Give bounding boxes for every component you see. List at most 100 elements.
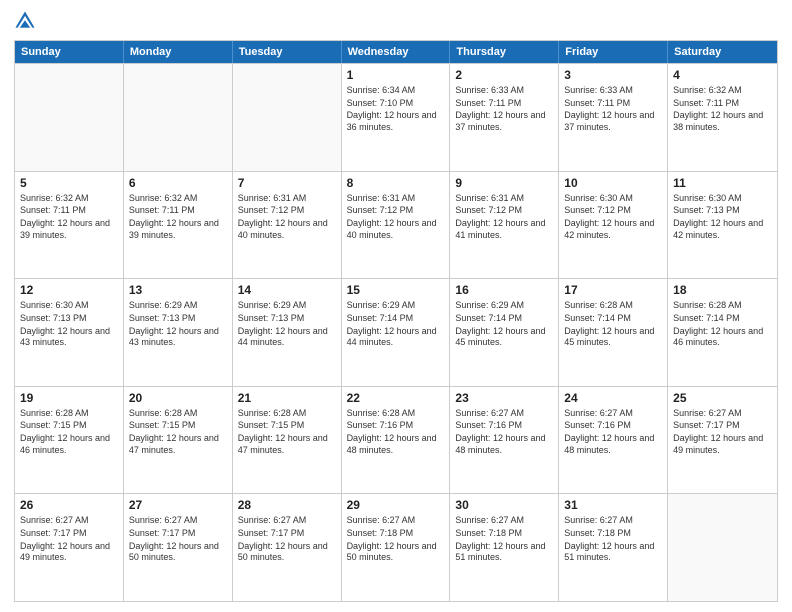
week-row-2: 5Sunrise: 6:32 AMSunset: 7:11 PMDaylight… xyxy=(15,171,777,279)
day-cell-10: 10Sunrise: 6:30 AMSunset: 7:12 PMDayligh… xyxy=(559,172,668,279)
daylight-text: Daylight: 12 hours and 40 minutes. xyxy=(238,218,336,241)
sunset-text: Sunset: 7:15 PM xyxy=(238,420,336,432)
day-cell-25: 25Sunrise: 6:27 AMSunset: 7:17 PMDayligh… xyxy=(668,387,777,494)
daylight-text: Daylight: 12 hours and 45 minutes. xyxy=(564,326,662,349)
page-header xyxy=(14,10,778,32)
sunrise-text: Sunrise: 6:28 AM xyxy=(238,408,336,420)
day-number: 19 xyxy=(20,391,118,405)
sunset-text: Sunset: 7:11 PM xyxy=(564,98,662,110)
sunset-text: Sunset: 7:12 PM xyxy=(347,205,445,217)
daylight-text: Daylight: 12 hours and 37 minutes. xyxy=(455,110,553,133)
empty-cell xyxy=(124,64,233,171)
sunrise-text: Sunrise: 6:30 AM xyxy=(20,300,118,312)
daylight-text: Daylight: 12 hours and 39 minutes. xyxy=(20,218,118,241)
day-number: 25 xyxy=(673,391,772,405)
sunset-text: Sunset: 7:11 PM xyxy=(20,205,118,217)
day-number: 21 xyxy=(238,391,336,405)
header-day-wednesday: Wednesday xyxy=(342,41,451,63)
daylight-text: Daylight: 12 hours and 43 minutes. xyxy=(129,326,227,349)
day-cell-16: 16Sunrise: 6:29 AMSunset: 7:14 PMDayligh… xyxy=(450,279,559,386)
sunrise-text: Sunrise: 6:28 AM xyxy=(564,300,662,312)
day-cell-4: 4 Sunrise: 6:32 AMSunset: 7:11 PMDaylight… xyxy=(668,64,777,171)
day-number: 16 xyxy=(455,283,553,297)
day-cell-7: 7 Sunrise: 6:31 AMSunset: 7:12 PMDaylight… xyxy=(233,172,342,279)
daylight-text: Daylight: 12 hours and 40 minutes. xyxy=(347,218,445,241)
day-number: 22 xyxy=(347,391,445,405)
daylight-text: Daylight: 12 hours and 39 minutes. xyxy=(129,218,227,241)
day-cell-9: 9Sunrise: 6:31 AMSunset: 7:12 PMDaylight… xyxy=(450,172,559,279)
sunset-text: Sunset: 7:12 PM xyxy=(238,205,336,217)
day-number: 7 xyxy=(238,176,336,190)
daylight-text: Daylight: 12 hours and 51 minutes. xyxy=(564,541,662,564)
day-cell-12: 12Sunrise: 6:30 AMSunset: 7:13 PMDayligh… xyxy=(15,279,124,386)
sunrise-text: Sunrise: 6:31 AM xyxy=(238,193,336,205)
header-day-sunday: Sunday xyxy=(15,41,124,63)
day-cell-5: 5Sunrise: 6:32 AMSunset: 7:11 PMDaylight… xyxy=(15,172,124,279)
day-cell-6: 6Sunrise: 6:32 AMSunset: 7:11 PMDaylight… xyxy=(124,172,233,279)
day-cell-22: 22Sunrise: 6:28 AMSunset: 7:16 PMDayligh… xyxy=(342,387,451,494)
day-number: 18 xyxy=(673,283,772,297)
sunset-text: Sunset: 7:12 PM xyxy=(455,205,553,217)
sunset-text: Sunset: 7:18 PM xyxy=(455,528,553,540)
sunrise-text: Sunrise: 6:27 AM xyxy=(347,515,445,527)
header-day-saturday: Saturday xyxy=(668,41,777,63)
day-number: 26 xyxy=(20,498,118,512)
sunset-text: Sunset: 7:12 PM xyxy=(564,205,662,217)
day-number: 13 xyxy=(129,283,227,297)
daylight-text: Daylight: 12 hours and 41 minutes. xyxy=(455,218,553,241)
week-row-3: 12Sunrise: 6:30 AMSunset: 7:13 PMDayligh… xyxy=(15,278,777,386)
daylight-text: Daylight: 12 hours and 51 minutes. xyxy=(455,541,553,564)
sunrise-text: Sunrise: 6:30 AM xyxy=(564,193,662,205)
daylight-text: Daylight: 12 hours and 47 minutes. xyxy=(238,433,336,456)
sunrise-text: Sunrise: 6:32 AM xyxy=(673,85,772,97)
day-number: 20 xyxy=(129,391,227,405)
daylight-text: Daylight: 12 hours and 49 minutes. xyxy=(20,541,118,564)
day-cell-14: 14Sunrise: 6:29 AMSunset: 7:13 PMDayligh… xyxy=(233,279,342,386)
sunset-text: Sunset: 7:16 PM xyxy=(347,420,445,432)
empty-cell xyxy=(668,494,777,601)
day-cell-18: 18Sunrise: 6:28 AMSunset: 7:14 PMDayligh… xyxy=(668,279,777,386)
sunset-text: Sunset: 7:11 PM xyxy=(455,98,553,110)
sunrise-text: Sunrise: 6:27 AM xyxy=(564,408,662,420)
sunrise-text: Sunrise: 6:28 AM xyxy=(347,408,445,420)
sunset-text: Sunset: 7:14 PM xyxy=(455,313,553,325)
daylight-text: Daylight: 12 hours and 46 minutes. xyxy=(673,326,772,349)
day-number: 28 xyxy=(238,498,336,512)
day-cell-31: 31Sunrise: 6:27 AMSunset: 7:18 PMDayligh… xyxy=(559,494,668,601)
day-cell-24: 24Sunrise: 6:27 AMSunset: 7:16 PMDayligh… xyxy=(559,387,668,494)
sunrise-text: Sunrise: 6:29 AM xyxy=(129,300,227,312)
day-number: 2 xyxy=(455,68,553,82)
day-number: 17 xyxy=(564,283,662,297)
daylight-text: Daylight: 12 hours and 50 minutes. xyxy=(238,541,336,564)
logo xyxy=(14,10,40,32)
daylight-text: Daylight: 12 hours and 38 minutes. xyxy=(673,110,772,133)
day-cell-28: 28 Sunrise: 6:27 AMSunset: 7:17 PMDayligh… xyxy=(233,494,342,601)
day-number: 30 xyxy=(455,498,553,512)
day-number: 3 xyxy=(564,68,662,82)
sunrise-text: Sunrise: 6:27 AM xyxy=(673,408,772,420)
daylight-text: Daylight: 12 hours and 50 minutes. xyxy=(347,541,445,564)
daylight-text: Daylight: 12 hours and 47 minutes. xyxy=(129,433,227,456)
daylight-text: Daylight: 12 hours and 49 minutes. xyxy=(673,433,772,456)
sunset-text: Sunset: 7:16 PM xyxy=(564,420,662,432)
calendar-header: SundayMondayTuesdayWednesdayThursdayFrid… xyxy=(15,41,777,63)
daylight-text: Daylight: 12 hours and 50 minutes. xyxy=(129,541,227,564)
sunset-text: Sunset: 7:11 PM xyxy=(673,98,772,110)
day-cell-19: 19Sunrise: 6:28 AMSunset: 7:15 PMDayligh… xyxy=(15,387,124,494)
day-number: 4 xyxy=(673,68,772,82)
daylight-text: Daylight: 12 hours and 37 minutes. xyxy=(564,110,662,133)
sunset-text: Sunset: 7:17 PM xyxy=(129,528,227,540)
sunrise-text: Sunrise: 6:32 AM xyxy=(129,193,227,205)
day-number: 9 xyxy=(455,176,553,190)
sunset-text: Sunset: 7:13 PM xyxy=(20,313,118,325)
sunset-text: Sunset: 7:14 PM xyxy=(564,313,662,325)
daylight-text: Daylight: 12 hours and 48 minutes. xyxy=(455,433,553,456)
day-cell-1: 1Sunrise: 6:34 AMSunset: 7:10 PMDaylight… xyxy=(342,64,451,171)
sunset-text: Sunset: 7:17 PM xyxy=(238,528,336,540)
day-cell-17: 17 Sunrise: 6:28 AMSunset: 7:14 PMDayligh… xyxy=(559,279,668,386)
day-number: 6 xyxy=(129,176,227,190)
week-row-1: 1Sunrise: 6:34 AMSunset: 7:10 PMDaylight… xyxy=(15,63,777,171)
page-container: SundayMondayTuesdayWednesdayThursdayFrid… xyxy=(0,0,792,612)
day-cell-20: 20Sunrise: 6:28 AMSunset: 7:15 PMDayligh… xyxy=(124,387,233,494)
sunrise-text: Sunrise: 6:27 AM xyxy=(238,515,336,527)
